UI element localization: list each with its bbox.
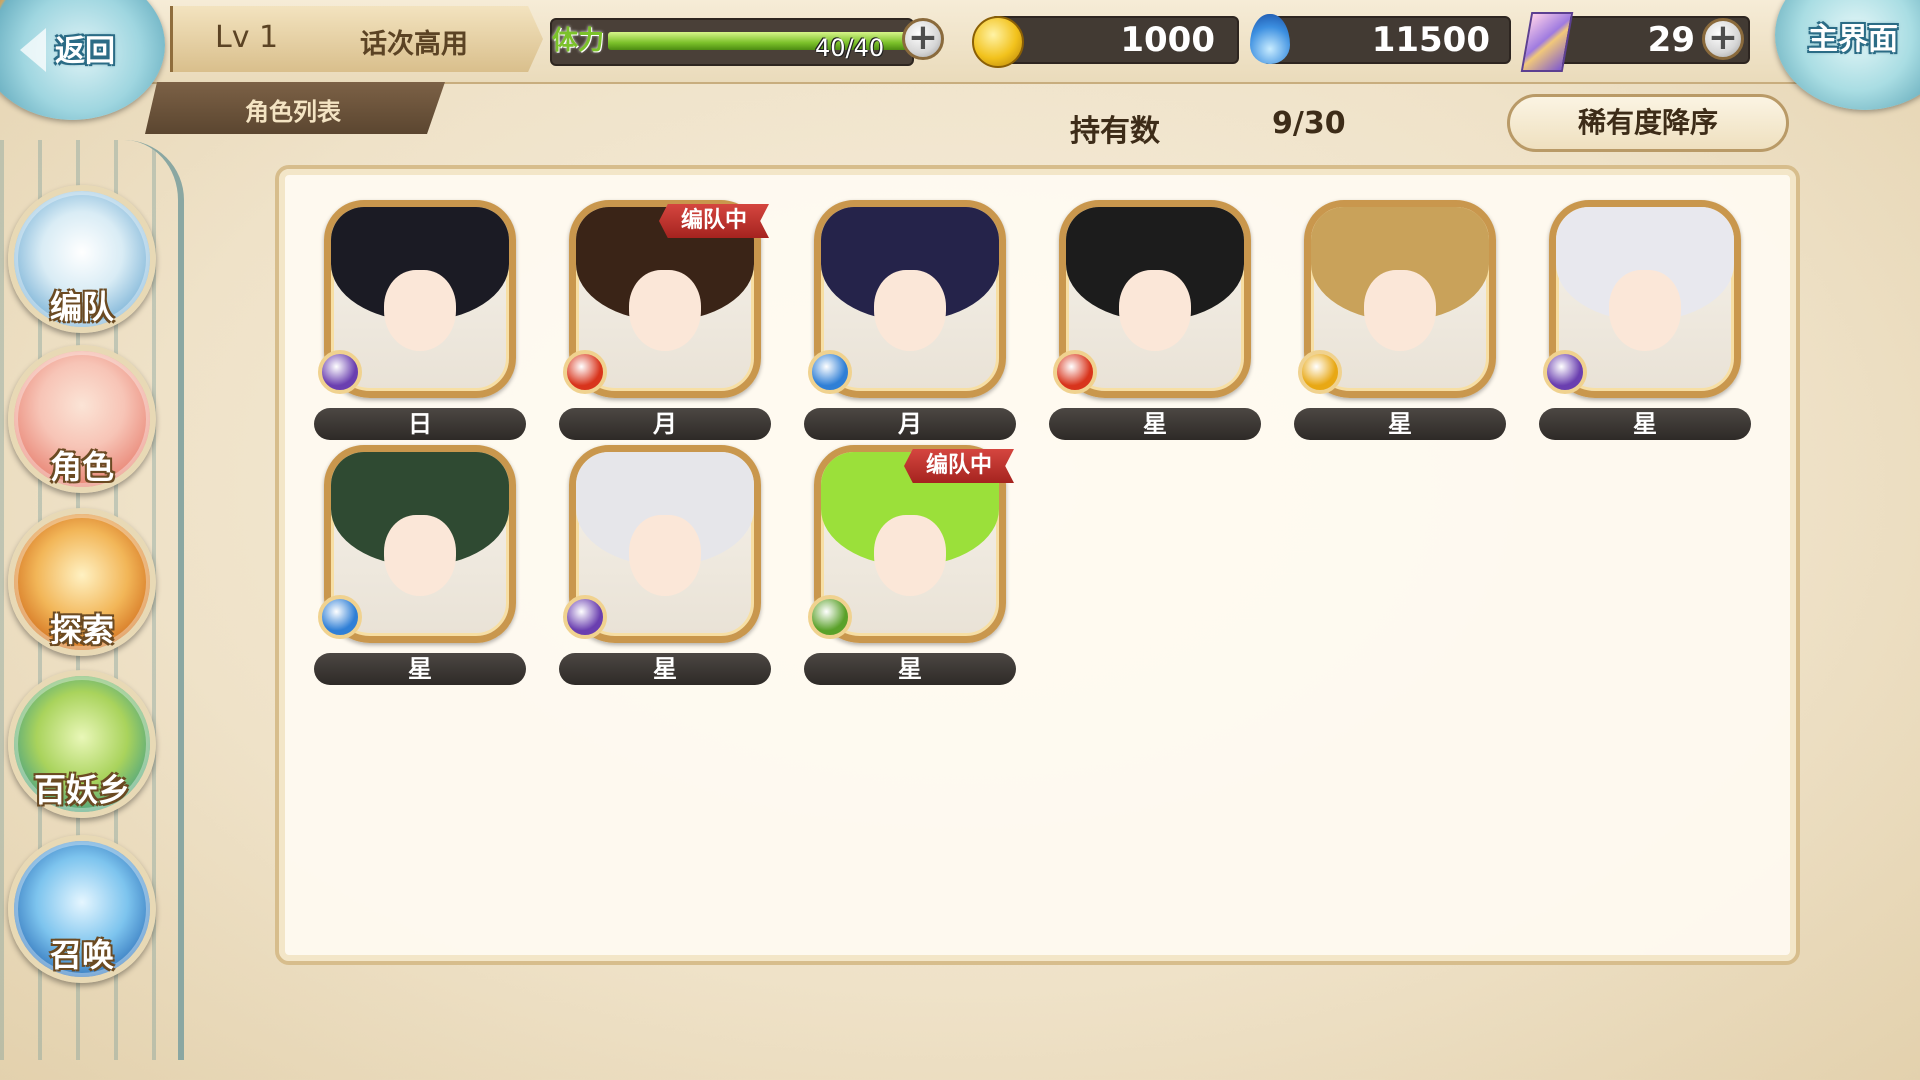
in-team-badge: 编队中	[904, 449, 1014, 483]
player-title: 话次高用	[360, 29, 468, 60]
stamina-value: 40/40	[815, 34, 885, 62]
character-card[interactable]: 月	[804, 200, 1016, 450]
fire-element-icon	[563, 350, 607, 394]
character-card[interactable]: 星	[559, 445, 771, 695]
owned-count-value: 9/30	[1272, 106, 1346, 141]
spirit-value: 11500	[1371, 20, 1490, 60]
light-element-icon	[1298, 350, 1342, 394]
character-card[interactable]: 编队中月	[559, 200, 771, 450]
nav-character-label: 角色	[49, 448, 114, 486]
rarity-rank-label: 星	[1049, 408, 1261, 440]
coin-value: 1000	[1120, 20, 1215, 60]
gem-value: 29	[1647, 20, 1695, 60]
stamina-label: 体力	[552, 26, 605, 56]
water-element-icon	[808, 350, 852, 394]
character-card[interactable]: 星	[314, 445, 526, 695]
in-team-badge: 编队中	[659, 204, 769, 238]
back-arrow-icon	[20, 28, 46, 72]
character-list-tab-label: 角色列表	[245, 98, 341, 126]
character-card[interactable]: 星	[1294, 200, 1506, 450]
wind-element-icon	[808, 595, 852, 639]
add-stamina-button[interactable]: +	[902, 18, 944, 60]
add-gems-button[interactable]: +	[1702, 18, 1744, 60]
rarity-rank-label: 月	[804, 408, 1016, 440]
rarity-rank-label: 星	[804, 653, 1016, 685]
character-card[interactable]: 星	[1049, 200, 1261, 450]
back-label: 返回	[55, 34, 115, 69]
home-label: 主界面	[1808, 22, 1898, 57]
nav-team-label: 编队	[49, 288, 114, 326]
rarity-rank-label: 月	[559, 408, 771, 440]
rarity-rank-label: 星	[1294, 408, 1506, 440]
dark-element-icon	[318, 350, 362, 394]
rarity-rank-label: 星	[1539, 408, 1751, 440]
nav-explore-label: 探索	[49, 611, 114, 649]
character-card[interactable]: 日	[314, 200, 526, 450]
rarity-rank-label: 星	[559, 653, 771, 685]
spirit-flame-icon	[1250, 14, 1290, 64]
sort-rarity-button[interactable]: 稀有度降序	[1507, 94, 1789, 152]
dark-element-icon	[563, 595, 607, 639]
nav-village-label: 百妖乡	[33, 771, 130, 809]
water-element-icon	[318, 595, 362, 639]
coin-icon	[972, 16, 1024, 68]
owned-count-label: 持有数	[1070, 114, 1160, 149]
dark-element-icon	[1543, 350, 1587, 394]
player-level: Lv 1	[215, 20, 279, 55]
character-card[interactable]: 编队中星	[804, 445, 1016, 695]
rarity-rank-label: 日	[314, 408, 526, 440]
rarity-rank-label: 星	[314, 653, 526, 685]
nav-summon-label: 召唤	[49, 936, 114, 974]
fire-element-icon	[1053, 350, 1097, 394]
character-card[interactable]: 星	[1539, 200, 1751, 450]
